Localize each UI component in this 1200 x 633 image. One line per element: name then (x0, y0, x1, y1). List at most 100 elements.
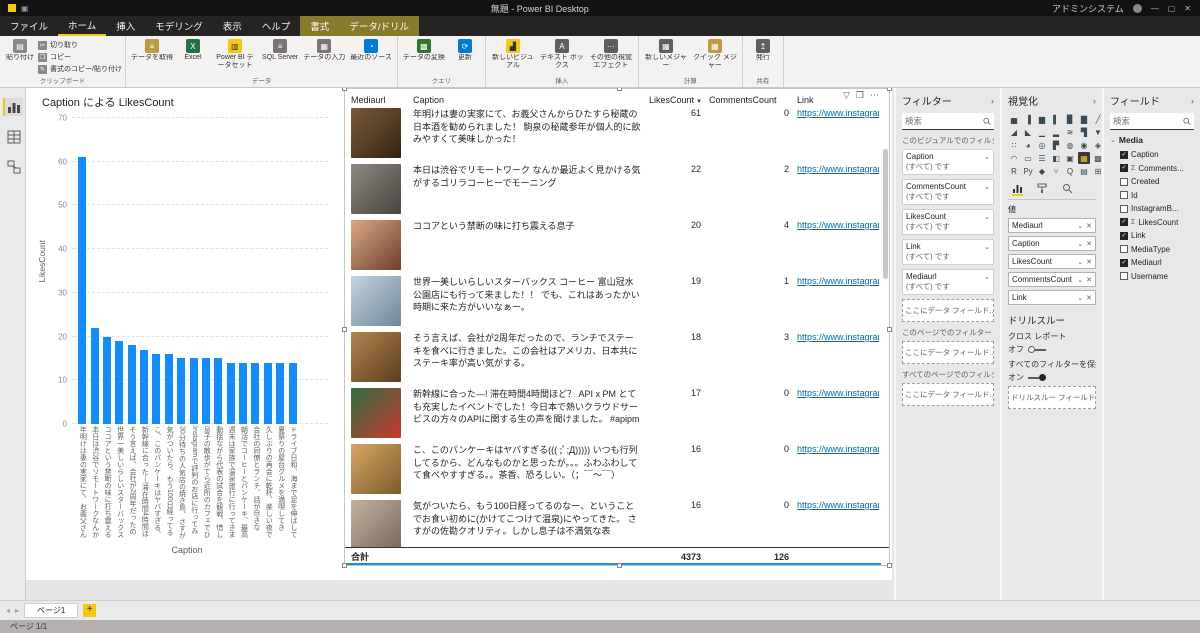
drillthrough-dropzone[interactable]: ドリルスルー フィールド... (1008, 386, 1096, 409)
fields-tab-icon[interactable] (1012, 183, 1023, 196)
line-clustered-column-chart-icon[interactable]: ▁ (1036, 126, 1048, 138)
table-row[interactable]: 本日は渋谷でリモートワーク なんか最近よく見かける気がするゴリラコーヒーでモーニ… (345, 162, 889, 218)
pie-chart-icon[interactable]: ◕ (1022, 139, 1034, 151)
chart-bar[interactable] (251, 363, 259, 424)
ribbon-tab[interactable]: ホーム (58, 16, 106, 36)
field-well-chip[interactable]: Link⌄✕ (1008, 290, 1096, 305)
table-row[interactable]: こ、このパンケーキはヤバすぎる((( ;ﾟ;Д))))) いつも行列してるから、… (345, 442, 889, 498)
field-checkbox[interactable]: ✓ (1120, 259, 1128, 267)
close-button[interactable]: ✕ (1184, 4, 1191, 13)
report-page[interactable]: Caption による LikesCount LikesCount 010203… (26, 88, 892, 580)
focus-mode-icon[interactable]: ❐ (856, 90, 864, 101)
field-row[interactable]: Id (1110, 189, 1194, 203)
remove-field-icon[interactable]: ✕ (1086, 258, 1092, 266)
ribbon-button[interactable]: ▦新しいメジャー (642, 37, 690, 71)
model-view-icon[interactable] (3, 158, 23, 176)
resize-handle[interactable] (617, 88, 622, 91)
line-chart-icon[interactable]: ╱ (1092, 113, 1102, 125)
gauge-icon[interactable]: ◠ (1008, 152, 1020, 164)
field-checkbox[interactable] (1120, 191, 1128, 199)
clustered-bar-chart-icon[interactable]: ▆ (1036, 113, 1048, 125)
filled-map-icon[interactable]: ◉ (1078, 139, 1090, 151)
resize-handle[interactable] (342, 563, 347, 568)
ribbon-button[interactable]: ⋯その他の視覚エフェクト (587, 37, 635, 71)
key-influencers-icon[interactable]: ◆ (1036, 165, 1048, 177)
ribbon-button[interactable]: Aテキスト ボックス (538, 37, 586, 71)
chart-bar[interactable] (103, 337, 111, 424)
filter-card[interactable]: LikesCount⌄(すべて) です (902, 209, 994, 235)
ribbon-button[interactable]: ◔最近のソース (348, 37, 394, 62)
qna-visual-icon[interactable]: Q (1064, 165, 1076, 177)
collapse-filters-icon[interactable]: › (991, 96, 994, 106)
remove-field-icon[interactable]: ✕ (1086, 222, 1092, 230)
ribbon-button[interactable]: ≡データを取得 (129, 37, 175, 62)
field-checkbox[interactable] (1120, 245, 1128, 253)
resize-handle[interactable] (887, 563, 892, 568)
field-checkbox[interactable]: ✓ (1120, 151, 1128, 159)
field-well-chip[interactable]: LikesCount⌄✕ (1008, 254, 1096, 269)
field-row[interactable]: ✓Link (1110, 229, 1194, 243)
field-checkbox[interactable]: ✓ (1120, 218, 1128, 226)
python-visual-icon[interactable]: Py (1022, 165, 1034, 177)
chart-bar[interactable] (152, 354, 160, 424)
field-well-chip[interactable]: Mediaurl⌄✕ (1008, 218, 1096, 233)
table-row[interactable]: 新幹線に合った—! 滞在時間4時間ほど？ API x PM とても充実したイベン… (345, 386, 889, 442)
collapse-visualizations-icon[interactable]: › (1093, 96, 1096, 106)
field-row[interactable]: Created (1110, 175, 1194, 189)
instagram-link[interactable]: https://www.instagram.com/p (797, 388, 879, 398)
100-stacked-column-chart-icon[interactable]: ▇ (1078, 113, 1090, 125)
resize-handle[interactable] (887, 88, 892, 91)
column-header[interactable]: LikesCount▼ (649, 95, 701, 105)
report-view-icon[interactable] (3, 98, 23, 116)
multi-row-card-icon[interactable]: ☰ (1036, 152, 1048, 164)
instagram-link[interactable]: https://www.instagram.com/p (797, 444, 879, 454)
chart-bar[interactable] (78, 157, 86, 424)
filter-card[interactable]: Link⌄(すべて) です (902, 239, 994, 265)
r-script-visual-icon[interactable]: R (1008, 165, 1020, 177)
page-tab[interactable]: ページ1 (24, 603, 78, 618)
field-checkbox[interactable]: ✓ (1120, 232, 1128, 240)
more-options-icon[interactable]: ⋯ (870, 90, 879, 101)
chart-bar[interactable] (214, 358, 222, 424)
waterfall-chart-icon[interactable]: ▜ (1078, 126, 1090, 138)
user-avatar-icon[interactable] (1133, 4, 1142, 13)
fields-search[interactable] (1110, 113, 1194, 130)
ribbon-button[interactable]: ⟳更新 (448, 37, 482, 62)
table-row[interactable]: 世界一美しいらしいスターバックス コーヒー 富山冠水公園店にも行って来ました！！… (345, 274, 889, 330)
chart-bar[interactable] (165, 354, 173, 424)
next-page-icon[interactable]: ▸ (15, 606, 19, 615)
table-visual[interactable]: ▽ ❐ ⋯ MediaurlCaptionLikesCount▼Comments… (344, 88, 890, 566)
field-checkbox[interactable] (1120, 272, 1128, 280)
bar-chart-visual[interactable]: Caption による LikesCount LikesCount 010203… (36, 90, 338, 568)
resize-handle[interactable] (887, 327, 892, 332)
ribbon-button[interactable]: ≡SQL Server (260, 37, 300, 62)
chart-bar[interactable] (91, 328, 99, 424)
signed-in-user[interactable]: アドミンシステム (1052, 2, 1124, 15)
stacked-bar-chart-icon[interactable]: ▅ (1008, 113, 1020, 125)
ribbon-chart-icon[interactable]: ≋ (1064, 126, 1076, 138)
matrix-icon[interactable]: ▩ (1092, 152, 1102, 164)
chart-bar[interactable] (239, 363, 247, 424)
ribbon-tab[interactable]: データ/ドリル (339, 16, 419, 36)
resize-handle[interactable] (342, 88, 347, 91)
chart-bar[interactable] (276, 363, 284, 424)
instagram-link[interactable]: https://www.instagram.com/p (797, 276, 879, 286)
collapse-fields-icon[interactable]: › (1191, 96, 1194, 106)
field-well-chip[interactable]: Caption⌄✕ (1008, 236, 1096, 251)
donut-chart-icon[interactable]: ◎ (1036, 139, 1048, 151)
ribbon-button[interactable]: ↥発行 (746, 37, 780, 62)
field-row[interactable]: ✓ΣComments... (1110, 162, 1194, 176)
filters-search[interactable] (902, 113, 994, 130)
chart-bar[interactable] (264, 363, 272, 424)
previous-page-icon[interactable]: ◂ (6, 606, 10, 615)
kpi-icon[interactable]: ◧ (1050, 152, 1062, 164)
instagram-link[interactable]: https://www.instagram.com/p (797, 500, 879, 510)
stacked-column-chart-icon[interactable]: ▐ (1022, 113, 1034, 125)
chart-bar[interactable] (289, 363, 297, 424)
field-checkbox[interactable]: ✓ (1120, 164, 1128, 172)
ribbon-button[interactable]: ✂切り取り (38, 40, 122, 50)
stacked-area-chart-icon[interactable]: ◣ (1022, 126, 1034, 138)
format-tab-icon[interactable] (1037, 183, 1048, 196)
field-table-row[interactable]: ⌄Media (1110, 135, 1194, 145)
ribbon-button[interactable]: ▩データの変換 (401, 37, 447, 62)
